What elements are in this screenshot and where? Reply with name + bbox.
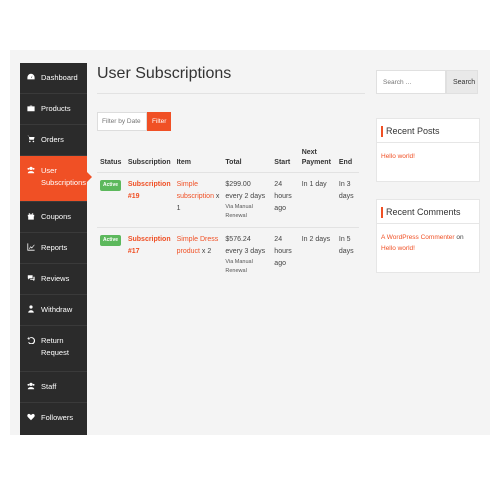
- sidebar-item-label: Reviews: [41, 274, 70, 283]
- sidebar-item-dashboard[interactable]: Dashboard: [20, 63, 87, 94]
- filter-button[interactable]: Filter: [147, 112, 172, 131]
- column-header-next-payment: Next Payment: [301, 149, 331, 166]
- end-cell: In 3 days: [335, 172, 359, 228]
- total-cell: $299.00 every 2 days Via Manual Renewal: [222, 172, 272, 228]
- recent-post-link[interactable]: Hello world!: [381, 153, 415, 160]
- title-divider: [97, 93, 365, 94]
- total-cell: $576.24 every 3 days Via Manual Renewal: [222, 227, 272, 282]
- date-filter: Filter: [97, 112, 365, 131]
- status-badge: Active: [100, 235, 122, 246]
- table-header-row: Status Subscription Item Total Start Nex…: [97, 148, 359, 173]
- widget-title: Recent Comments: [381, 207, 475, 218]
- sidebar-item-label: Followers: [41, 413, 74, 422]
- table-row: Active Subscription #17 Simple Dress pro…: [97, 227, 359, 282]
- sidebar-item-reports[interactable]: Reports: [20, 233, 87, 264]
- sidebar-item-user-subscriptions[interactable]: User Subscriptions: [20, 156, 92, 202]
- widget-title: Recent Posts: [381, 126, 475, 137]
- next-payment-cell: In 2 days: [298, 227, 336, 282]
- status-cell: Active: [97, 227, 125, 282]
- sidebar-item-label: Withdraw: [41, 305, 73, 314]
- page-content: Dashboard Products Orders User Subscript…: [10, 50, 490, 435]
- main-content: User Subscriptions Filter Status Subscri…: [97, 63, 365, 282]
- widget-divider: [377, 223, 479, 224]
- search-button[interactable]: Search: [446, 70, 478, 94]
- heart-icon: [26, 412, 36, 422]
- widget-divider: [377, 142, 479, 143]
- column-header-status: Status: [100, 159, 122, 166]
- sidebar-item-withdraw[interactable]: Withdraw: [20, 295, 87, 326]
- sidebar-item-label: Staff: [41, 382, 57, 391]
- sidebar-item-label: Dashboard: [41, 73, 78, 82]
- total-amount: $576.24 every 3 days: [225, 236, 266, 255]
- sidebar-item-label: User Subscriptions: [41, 166, 87, 187]
- comments-icon: [26, 273, 36, 283]
- sidebar-item-products[interactable]: Products: [20, 94, 87, 125]
- subscription-link[interactable]: Subscription #17: [128, 236, 171, 255]
- right-sidebar: Search Recent Posts Hello world! Recent …: [376, 70, 480, 273]
- payment-method: Via Manual Renewal: [225, 259, 253, 274]
- next-payment-cell: In 1 day: [298, 172, 336, 228]
- item-link[interactable]: Simple Dress product: [177, 236, 219, 255]
- item-cell: Simple Dress product x 2: [173, 227, 223, 282]
- sidebar-item-label: Products: [41, 104, 71, 113]
- item-cell: Simple subscription x 1: [173, 172, 223, 228]
- chart-icon: [26, 242, 36, 252]
- status-cell: Active: [97, 172, 125, 228]
- subscription-link[interactable]: Subscription #19: [128, 181, 171, 200]
- table-row: Active Subscription #19 Simple subscript…: [97, 172, 359, 228]
- item-link[interactable]: Simple subscription: [177, 181, 214, 200]
- search-input[interactable]: [376, 70, 446, 94]
- sidebar-item-return-request[interactable]: Return Request: [20, 326, 87, 372]
- payment-method: Via Manual Renewal: [225, 204, 253, 219]
- recent-comments-widget: Recent Comments A WordPress Commenter on…: [376, 199, 480, 273]
- cart-icon: [26, 134, 36, 144]
- undo-icon: [26, 335, 36, 345]
- dashboard-sidebar: Dashboard Products Orders User Subscript…: [20, 63, 92, 435]
- subscription-cell: Subscription #19: [124, 172, 174, 228]
- sidebar-item-label: Orders: [41, 135, 64, 144]
- column-header-total: Total: [225, 159, 242, 166]
- item-quantity: x 2: [201, 248, 212, 255]
- sidebar-item-followers[interactable]: Followers: [20, 403, 87, 434]
- total-amount: $299.00 every 2 days: [225, 181, 266, 200]
- sidebar-item-staff[interactable]: Staff: [20, 372, 87, 403]
- recent-posts-widget: Recent Posts Hello world!: [376, 118, 480, 182]
- sidebar-item-label: Coupons: [41, 212, 72, 221]
- briefcase-icon: [26, 103, 36, 113]
- upload-icon: [26, 304, 36, 314]
- start-cell: 24 hours ago: [271, 227, 299, 282]
- sidebar-item-label: Reports: [41, 243, 68, 252]
- column-header-end: End: [338, 159, 353, 166]
- start-cell: 24 hours ago: [271, 172, 299, 228]
- comment-author-link[interactable]: A WordPress Commenter: [381, 234, 455, 241]
- group-icon: [26, 381, 36, 391]
- subscriptions-table: Status Subscription Item Total Start Nex…: [97, 148, 359, 282]
- sidebar-item-reviews[interactable]: Reviews: [20, 264, 87, 295]
- column-header-item: Item: [176, 159, 192, 166]
- status-badge: Active: [100, 180, 122, 191]
- comment-post-link[interactable]: Hello world!: [381, 245, 415, 252]
- sidebar-item-coupons[interactable]: Coupons: [20, 202, 87, 233]
- page-title: User Subscriptions: [97, 65, 232, 82]
- sidebar-item-orders[interactable]: Orders: [20, 125, 87, 156]
- column-header-start: Start: [274, 159, 291, 166]
- filter-date-input[interactable]: [97, 112, 147, 131]
- dashboard-icon: [26, 72, 36, 82]
- end-cell: In 5 days: [335, 227, 359, 282]
- users-icon: [26, 165, 36, 175]
- column-header-subscription: Subscription: [127, 159, 171, 166]
- search-form: Search: [376, 70, 480, 94]
- subscription-cell: Subscription #17: [124, 227, 174, 282]
- comment-connector: on: [456, 234, 464, 241]
- sidebar-item-label: Return Request: [41, 336, 69, 357]
- gift-icon: [26, 211, 36, 221]
